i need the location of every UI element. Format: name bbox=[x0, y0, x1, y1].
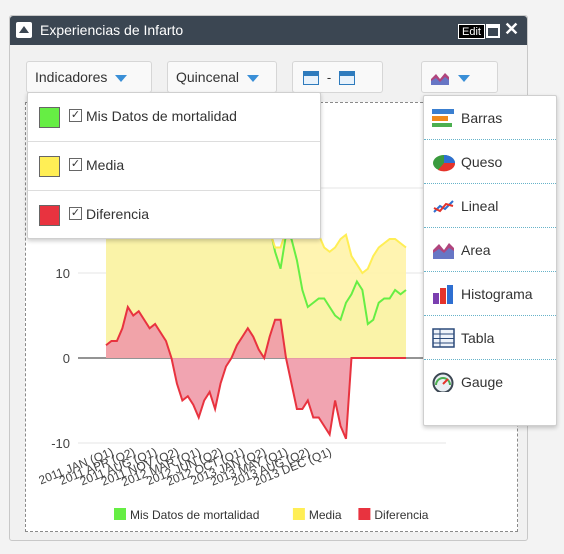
legend-label: Mis Datos de mortalidad bbox=[130, 508, 259, 522]
y-tick-label: 0 bbox=[63, 351, 70, 366]
indicator-label: Media bbox=[86, 157, 125, 173]
chevron-down-icon bbox=[115, 74, 128, 82]
area-chart-icon bbox=[433, 243, 454, 259]
chart-type-label: Lineal bbox=[461, 198, 499, 214]
chart-type-item-barras[interactable]: Barras bbox=[424, 96, 556, 140]
chart-type-label: Queso bbox=[461, 154, 503, 170]
indicator-item[interactable]: ✓ Diferencia bbox=[28, 191, 320, 240]
area-chart-icon bbox=[431, 73, 449, 86]
indicators-label: Indicadores bbox=[35, 69, 108, 85]
chart-widget-window: Experiencias de Infarto Edit ✕ Indicador… bbox=[9, 15, 557, 541]
calendar-start-icon[interactable] bbox=[303, 71, 319, 86]
y-tick-label: -10 bbox=[51, 436, 70, 451]
indicators-menu: ✓ Mis Datos de mortalidad ✓ Media ✓ Dife… bbox=[27, 92, 321, 239]
chart-type-label: Tabla bbox=[461, 330, 495, 346]
period-label: Quincenal bbox=[176, 69, 240, 85]
chart-type-item-lineal[interactable]: Lineal bbox=[424, 184, 556, 228]
indicator-item[interactable]: ✓ Mis Datos de mortalidad bbox=[28, 93, 320, 142]
chart-type-dropdown[interactable] bbox=[421, 61, 498, 93]
chart-type-label: Histograma bbox=[461, 286, 533, 302]
title-bar: Experiencias de Infarto Edit ✕ bbox=[10, 16, 527, 45]
gauge-icon bbox=[432, 372, 454, 392]
indicator-item[interactable]: ✓ Media bbox=[28, 142, 320, 191]
chevron-down-icon bbox=[247, 74, 260, 82]
pie-chart-icon bbox=[433, 155, 456, 172]
checkbox[interactable]: ✓ bbox=[69, 158, 82, 171]
chart-type-item-gauge[interactable]: Gauge bbox=[424, 360, 556, 404]
checkbox[interactable]: ✓ bbox=[69, 207, 82, 220]
date-range-picker[interactable]: - bbox=[292, 61, 383, 93]
chart-type-item-tabla[interactable]: Tabla bbox=[424, 316, 556, 360]
color-swatch bbox=[39, 156, 60, 177]
date-separator: - bbox=[326, 70, 332, 85]
chart-type-label: Gauge bbox=[461, 374, 504, 390]
collapse-triangle-icon[interactable] bbox=[16, 22, 32, 38]
color-swatch bbox=[39, 107, 60, 128]
chart-type-item-queso[interactable]: Queso bbox=[424, 140, 556, 184]
indicator-label: Mis Datos de mortalidad bbox=[86, 108, 237, 124]
calendar-end-icon[interactable] bbox=[339, 71, 356, 86]
legend-swatch bbox=[358, 508, 371, 520]
indicator-label: Diferencia bbox=[86, 206, 150, 222]
table-icon bbox=[432, 328, 455, 348]
chart-type-label: Area bbox=[461, 242, 491, 258]
bar-chart-icon bbox=[432, 109, 454, 127]
chevron-down-icon bbox=[458, 74, 470, 82]
chart-type-item-area[interactable]: Area bbox=[424, 228, 556, 272]
close-icon[interactable]: ✕ bbox=[504, 19, 519, 40]
checkbox[interactable]: ✓ bbox=[69, 109, 82, 122]
legend-swatch bbox=[292, 508, 305, 520]
chart-type-label: Barras bbox=[461, 110, 503, 126]
line-chart-icon bbox=[433, 200, 454, 213]
legend-label: Diferencia bbox=[374, 508, 428, 522]
edit-button[interactable]: Edit bbox=[458, 24, 485, 39]
chart-type-menu: Barras Queso Lineal Area Histograma Tabl… bbox=[423, 95, 557, 426]
window-title: Experiencias de Infarto bbox=[40, 22, 184, 38]
legend-label: Media bbox=[309, 508, 342, 522]
maximize-icon[interactable] bbox=[486, 24, 500, 38]
legend-swatch bbox=[114, 508, 126, 520]
color-swatch bbox=[39, 205, 60, 226]
y-tick-label: 10 bbox=[56, 266, 70, 281]
chart-type-item-histograma[interactable]: Histograma bbox=[424, 272, 556, 316]
period-dropdown[interactable]: Quincenal bbox=[167, 61, 277, 93]
indicators-dropdown[interactable]: Indicadores bbox=[26, 61, 152, 93]
histogram-icon bbox=[433, 285, 453, 304]
